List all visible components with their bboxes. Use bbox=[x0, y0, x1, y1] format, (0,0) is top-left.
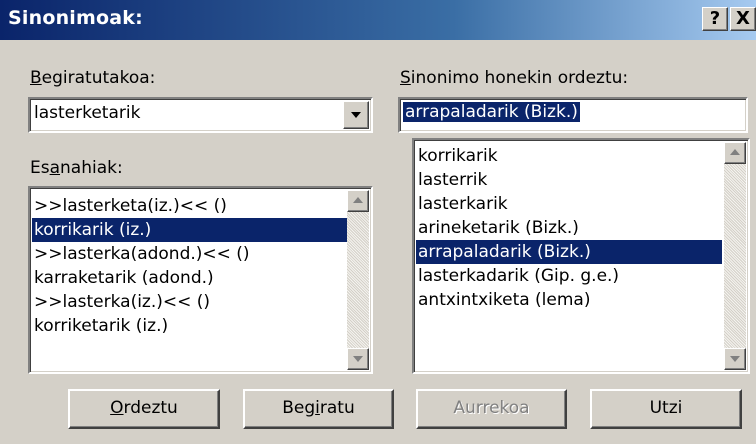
chevron-down-icon bbox=[730, 356, 740, 362]
list-item[interactable]: arrapaladarik (Bizk.) bbox=[416, 240, 722, 264]
list-item[interactable]: korrikarik (iz.) bbox=[32, 218, 350, 242]
list-item[interactable]: korrikarik bbox=[416, 144, 722, 168]
title-bar[interactable]: Sinonimoak: ? X bbox=[0, 0, 756, 40]
previous-button[interactable]: Aurrekoa bbox=[416, 389, 567, 429]
lookup-dropdown-button[interactable] bbox=[343, 101, 369, 129]
list-item[interactable]: korriketarik (iz.) bbox=[32, 314, 350, 338]
dialog-title: Sinonimoak: bbox=[8, 7, 143, 29]
list-item[interactable]: lasterrik bbox=[416, 168, 722, 192]
synonyms-scrollbar[interactable] bbox=[724, 142, 746, 370]
meanings-scrollbar[interactable] bbox=[347, 190, 369, 370]
lookup-button[interactable]: Begiratu bbox=[243, 389, 394, 429]
list-item[interactable]: >>lasterka(adond.)<< () bbox=[32, 242, 350, 266]
list-item[interactable]: >>lasterketa(iz.)<< () bbox=[32, 194, 350, 218]
close-button[interactable]: X bbox=[730, 7, 756, 31]
lookup-label: Begiratutakoa: bbox=[30, 68, 156, 88]
chevron-down-icon bbox=[353, 356, 363, 362]
synonyms-list[interactable]: korrikarik lasterrik lasterkarik arineke… bbox=[412, 138, 750, 374]
lookup-combobox[interactable]: lasterketarik bbox=[28, 97, 373, 133]
scroll-down-button[interactable] bbox=[724, 348, 746, 370]
list-item[interactable]: lasterkarik bbox=[416, 192, 722, 216]
scroll-up-button[interactable] bbox=[724, 142, 746, 164]
list-item[interactable]: antxintxiketa (lema) bbox=[416, 288, 722, 312]
replace-label: Sinonimo honekin ordeztu: bbox=[400, 68, 629, 88]
replace-input[interactable]: arrapaladarik (Bizk.) bbox=[398, 97, 748, 133]
list-item[interactable]: karraketarik (adond.) bbox=[32, 266, 350, 290]
cancel-button[interactable]: Utzi bbox=[590, 389, 742, 429]
replace-button[interactable]: Ordeztu bbox=[68, 389, 220, 429]
meanings-label: Esanahiak: bbox=[30, 158, 123, 178]
lookup-value: lasterketarik bbox=[34, 103, 141, 123]
scroll-down-button[interactable] bbox=[347, 348, 369, 370]
chevron-down-icon bbox=[351, 112, 361, 118]
scroll-up-button[interactable] bbox=[347, 190, 369, 212]
close-icon: X bbox=[736, 8, 750, 29]
chevron-up-icon bbox=[353, 197, 363, 203]
chevron-up-icon bbox=[730, 149, 740, 155]
list-item[interactable]: arineketarik (Bizk.) bbox=[416, 216, 722, 240]
help-button[interactable]: ? bbox=[702, 7, 728, 31]
list-item[interactable]: lasterkadarik (Gip. g.e.) bbox=[416, 264, 722, 288]
help-icon: ? bbox=[709, 8, 721, 29]
replace-value: arrapaladarik (Bizk.) bbox=[403, 102, 580, 122]
meanings-list[interactable]: >>lasterketa(iz.)<< () korrikarik (iz.) … bbox=[28, 186, 373, 374]
list-item[interactable]: >>lasterka(iz.)<< () bbox=[32, 290, 350, 314]
